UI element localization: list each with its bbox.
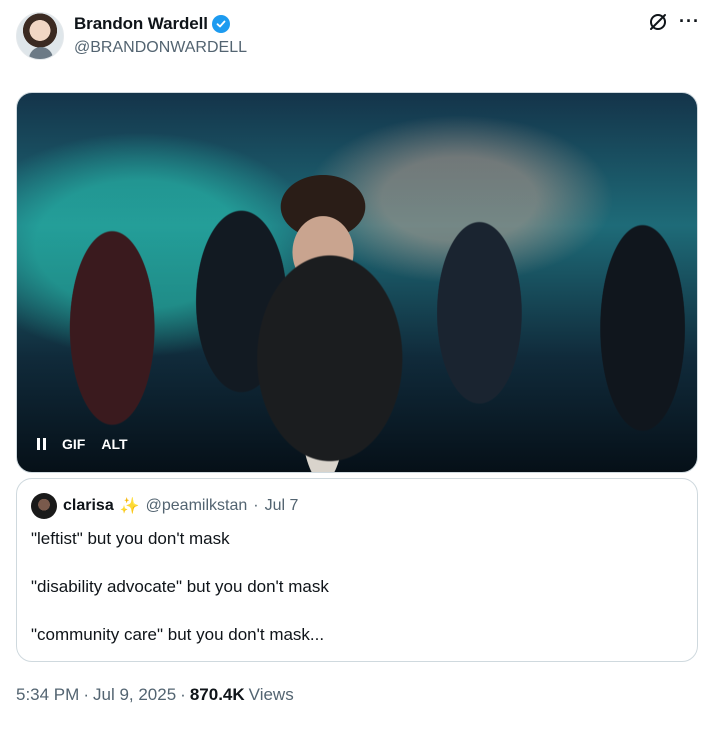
sparkles-emoji: ✨ — [119, 498, 140, 515]
footer-separator: · — [180, 685, 186, 704]
verified-badge-icon[interactable] — [211, 15, 230, 33]
tweet-date[interactable]: Jul 9, 2025 — [93, 685, 176, 705]
author-display-name[interactable]: Brandon Wardell — [74, 14, 208, 34]
meta-separator: · — [253, 497, 259, 514]
views-label: Views — [248, 685, 294, 704]
author-avatar[interactable] — [16, 12, 64, 60]
alt-badge[interactable]: ALT — [101, 436, 127, 452]
quoted-author-name: clarisa — [63, 497, 114, 514]
views-count: 870.4K — [189, 685, 245, 704]
tweet-time[interactable]: 5:34 PM — [16, 685, 79, 705]
tweet-footer: 5:34 PM · Jul 9, 2025 · 870.4K Views — [16, 685, 294, 705]
tweet-media-gif[interactable]: GIF ALT — [16, 92, 698, 473]
quoted-tweet[interactable]: clarisa ✨ @peamilkstan · Jul 7 "leftist"… — [16, 478, 698, 662]
media-controls: GIF ALT — [37, 436, 128, 452]
tweet-header: Brandon Wardell @BRANDONWARDELL ··· — [16, 10, 700, 62]
gif-badge: GIF — [62, 436, 86, 452]
more-options-icon[interactable]: ··· — [679, 10, 700, 32]
quoted-text-line: "community care" but you don't mask... — [31, 625, 325, 644]
grok-icon[interactable] — [648, 12, 668, 32]
quoted-author-avatar — [31, 493, 57, 519]
quoted-author-handle: @peamilkstan — [145, 497, 248, 514]
quoted-tweet-date: Jul 7 — [264, 497, 299, 514]
author-handle[interactable]: @BRANDONWARDELL — [74, 39, 247, 57]
quoted-text-line: "leftist" but you don't mask — [31, 529, 230, 548]
quoted-tweet-text: "leftist" but you don't mask "disability… — [31, 527, 683, 671]
author-name-row: Brandon Wardell — [74, 14, 230, 34]
quoted-text-line: "disability advocate" but you don't mask — [31, 577, 329, 596]
pause-icon[interactable] — [37, 438, 46, 450]
quoted-tweet-header: clarisa ✨ @peamilkstan · Jul 7 — [31, 493, 298, 519]
footer-separator: · — [83, 685, 89, 704]
